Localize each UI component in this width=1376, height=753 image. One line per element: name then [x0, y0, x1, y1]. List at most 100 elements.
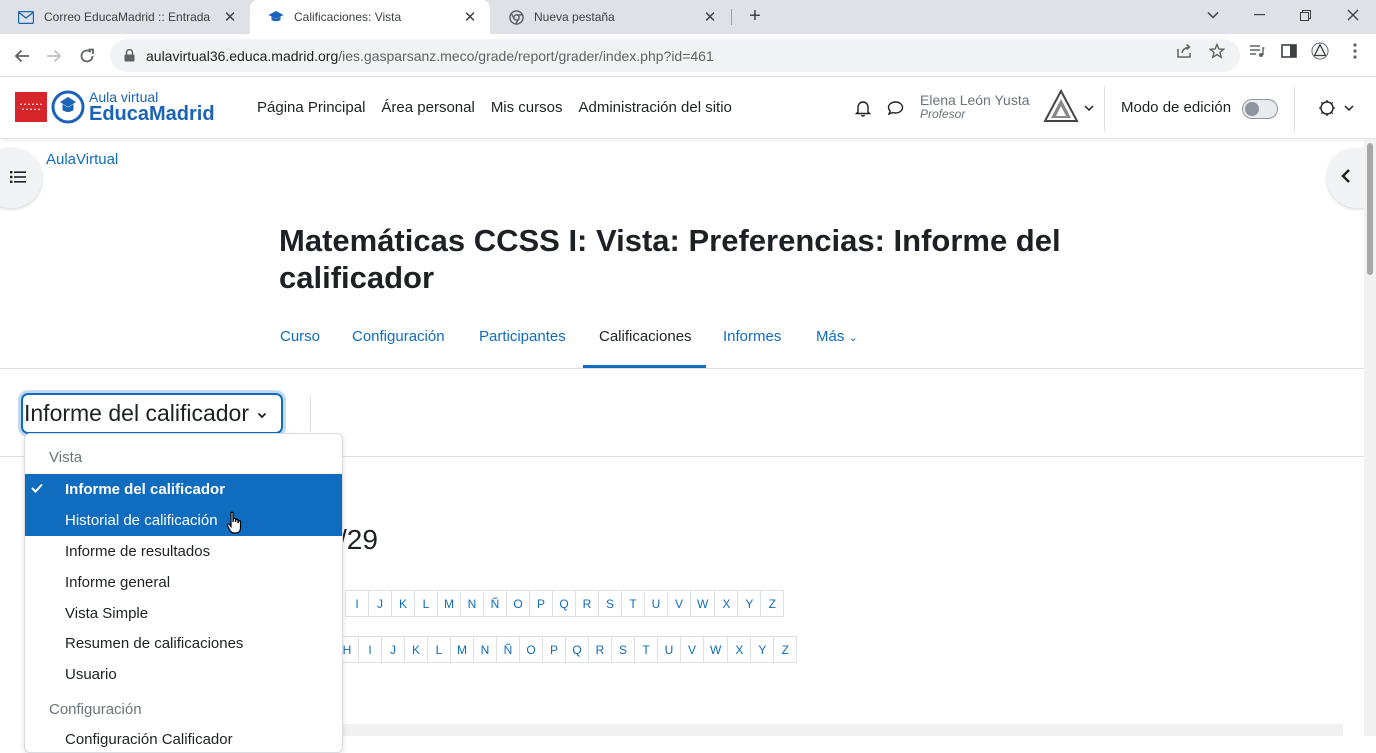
- browser-tab-calificaciones[interactable]: Calificaciones: Vista ✕: [250, 0, 490, 34]
- initial-filter-first-7[interactable]: Ñ: [483, 590, 507, 617]
- accessibility-icon[interactable]: [1317, 98, 1337, 118]
- restore-button[interactable]: [1282, 0, 1328, 30]
- nav-link-mis-cursos[interactable]: Mis cursos: [491, 99, 563, 116]
- address-bar[interactable]: aulavirtual36.educa.madrid.org/ies.gaspa…: [110, 39, 1240, 72]
- initial-filter-last-4[interactable]: K: [404, 636, 428, 663]
- edit-mode-toggle[interactable]: [1242, 99, 1278, 119]
- initial-filter-first-19[interactable]: Z: [760, 590, 785, 617]
- close-window-button[interactable]: [1330, 0, 1376, 30]
- course-index-drawer-toggle[interactable]: [0, 148, 42, 208]
- initial-filter-last-3[interactable]: J: [381, 636, 405, 663]
- initial-filter-last-9[interactable]: O: [519, 636, 543, 663]
- nav-link-administracion[interactable]: Administración del sitio: [579, 99, 732, 116]
- dropdown-item-resultados[interactable]: Informe de resultados: [25, 536, 342, 567]
- chevron-down-icon[interactable]: [1079, 98, 1099, 118]
- initial-filter-last-20[interactable]: Z: [773, 636, 798, 663]
- dropdown-item-general[interactable]: Informe general: [25, 567, 342, 598]
- initial-filter-first-18[interactable]: Y: [737, 590, 762, 617]
- chevron-down-icon[interactable]: [1339, 98, 1359, 118]
- initial-filter-first-17[interactable]: X: [714, 590, 739, 617]
- dropdown-item-vista-simple[interactable]: Vista Simple: [25, 598, 342, 629]
- back-icon[interactable]: [10, 44, 34, 68]
- initial-filter-last-17[interactable]: W: [703, 636, 729, 663]
- initial-filter-last-16[interactable]: V: [680, 636, 704, 663]
- initial-filter-last-13[interactable]: S: [611, 636, 635, 663]
- initials-filter-last-name: HIJKLMNÑOPQRSTUVWXYZ: [335, 636, 798, 663]
- tab-calificaciones[interactable]: Calificaciones: [599, 328, 692, 345]
- tab-separator: [731, 9, 732, 25]
- chevron-left-icon: [1341, 168, 1351, 189]
- site-navbar: Aula virtual EducaMadrid Página Principa…: [0, 78, 1376, 139]
- educamadrid-logo[interactable]: Aula virtual EducaMadrid: [15, 90, 215, 124]
- chevron-down-icon[interactable]: [1190, 0, 1236, 30]
- minimize-button[interactable]: [1236, 0, 1282, 30]
- chat-bubble-icon[interactable]: [885, 98, 905, 118]
- bell-icon[interactable]: [853, 98, 873, 118]
- madrid-flag-icon: [15, 92, 47, 122]
- list-icon: [10, 170, 26, 189]
- table-scrollbar[interactable]: [343, 724, 1343, 736]
- initial-filter-first-16[interactable]: W: [690, 590, 716, 617]
- browser-tab-mail[interactable]: Correo EducaMadrid :: Entrada ✕: [0, 0, 250, 34]
- dropdown-item-usuario[interactable]: Usuario: [25, 659, 342, 690]
- tab-curso[interactable]: Curso: [280, 328, 320, 345]
- close-icon[interactable]: ✕: [702, 8, 718, 26]
- close-icon[interactable]: ✕: [462, 8, 478, 26]
- initial-filter-first-15[interactable]: V: [667, 590, 691, 617]
- menu-icon[interactable]: [1346, 42, 1364, 60]
- initial-filter-first-10[interactable]: Q: [552, 590, 576, 617]
- initial-filter-last-15[interactable]: U: [657, 636, 681, 663]
- initial-filter-last-8[interactable]: Ñ: [496, 636, 520, 663]
- avatar[interactable]: [1043, 89, 1079, 125]
- initial-filter-first-9[interactable]: P: [529, 590, 553, 617]
- dropdown-item-informe-calificador[interactable]: Informe del calificador: [25, 474, 342, 505]
- initial-filter-first-2[interactable]: J: [368, 590, 392, 617]
- initial-filter-last-5[interactable]: L: [427, 636, 451, 663]
- browser-tab-new[interactable]: Nueva pestaña ✕: [490, 0, 730, 34]
- dropdown-item-historial[interactable]: Historial de calificación: [25, 505, 342, 536]
- tab-informes[interactable]: Informes: [723, 328, 781, 345]
- tab-mas[interactable]: Más ⌄: [816, 328, 858, 345]
- share-icon[interactable]: [1175, 42, 1193, 60]
- initial-filter-last-7[interactable]: N: [473, 636, 497, 663]
- initial-filter-first-14[interactable]: U: [644, 590, 668, 617]
- report-dropdown-menu: Vista Informe del calificador Historial …: [24, 433, 343, 753]
- scrollbar-thumb[interactable]: [1367, 143, 1373, 275]
- nav-link-area-personal[interactable]: Área personal: [381, 99, 474, 116]
- user-info[interactable]: Elena León Yusta Profesor: [920, 92, 1030, 122]
- initial-filter-last-19[interactable]: Y: [750, 636, 775, 663]
- initial-filter-first-13[interactable]: T: [621, 590, 645, 617]
- initial-filter-last-11[interactable]: Q: [565, 636, 589, 663]
- star-icon[interactable]: [1208, 42, 1226, 60]
- tab-configuracion[interactable]: Configuración: [352, 328, 445, 345]
- forward-icon[interactable]: [42, 44, 66, 68]
- initial-filter-last-12[interactable]: R: [588, 636, 612, 663]
- initial-filter-last-18[interactable]: X: [727, 636, 752, 663]
- breadcrumb[interactable]: AulaVirtual: [46, 151, 118, 168]
- initial-filter-first-12[interactable]: S: [598, 590, 622, 617]
- url-host: aulavirtual36.educa.madrid.org: [146, 47, 339, 64]
- page-scrollbar[interactable]: [1364, 139, 1376, 736]
- initial-filter-first-11[interactable]: R: [575, 590, 599, 617]
- initial-filter-last-6[interactable]: M: [450, 636, 474, 663]
- initial-filter-first-3[interactable]: K: [391, 590, 415, 617]
- reload-icon[interactable]: [75, 44, 99, 68]
- sidebar-icon[interactable]: [1280, 42, 1298, 60]
- new-tab-button[interactable]: +: [744, 5, 766, 27]
- close-icon[interactable]: ✕: [222, 8, 238, 26]
- nav-link-pagina-principal[interactable]: Página Principal: [257, 99, 365, 116]
- dropdown-item-config-calificador[interactable]: Configuración Calificador: [25, 724, 342, 752]
- initial-filter-first-1[interactable]: I: [345, 590, 369, 617]
- initial-filter-first-4[interactable]: L: [414, 590, 438, 617]
- report-selector[interactable]: Informe del calificador: [21, 393, 283, 434]
- media-icon[interactable]: [1248, 42, 1266, 60]
- profile-icon[interactable]: [1311, 42, 1329, 60]
- initial-filter-last-10[interactable]: P: [542, 636, 566, 663]
- initial-filter-first-6[interactable]: N: [460, 590, 484, 617]
- initial-filter-last-2[interactable]: I: [358, 636, 382, 663]
- dropdown-item-resumen[interactable]: Resumen de calificaciones: [25, 628, 342, 659]
- initial-filter-first-5[interactable]: M: [437, 590, 461, 617]
- initial-filter-last-14[interactable]: T: [634, 636, 658, 663]
- tab-participantes[interactable]: Participantes: [479, 328, 566, 345]
- initial-filter-first-8[interactable]: O: [506, 590, 530, 617]
